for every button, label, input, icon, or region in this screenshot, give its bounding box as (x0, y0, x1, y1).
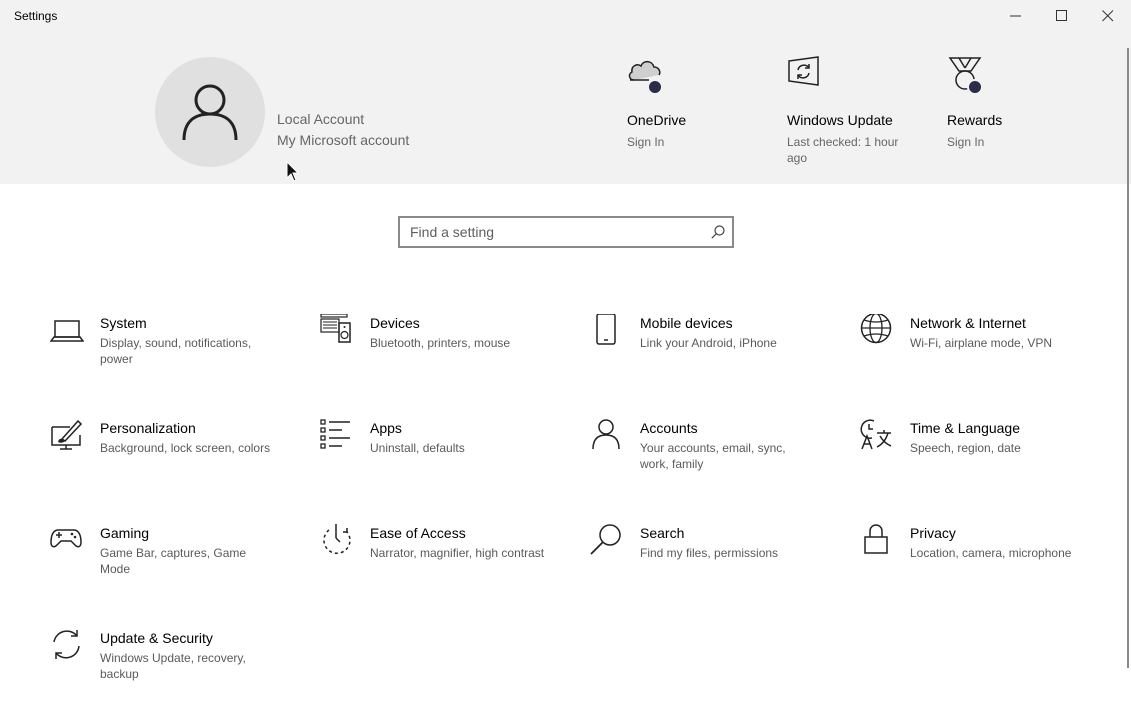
maximize-button[interactable] (1039, 0, 1085, 32)
category-time-language[interactable]: Time & Language Speech, region, date (860, 419, 1110, 499)
category-privacy[interactable]: Privacy Location, camera, microphone (860, 524, 1110, 604)
onedrive-title: OneDrive (627, 112, 687, 128)
windows-update-icon (788, 56, 819, 86)
quick-link-windows-update[interactable]: Windows Update Last checked: 1 hour ago (787, 56, 917, 165)
lock-icon (864, 524, 888, 554)
category-name: Devices (370, 315, 420, 331)
category-desc: Location, camera, microphone (910, 546, 1072, 560)
category-name: Gaming (100, 525, 150, 541)
category-desc: Display, sound, notifications, power (100, 336, 252, 366)
maximize-icon (1056, 10, 1067, 21)
category-desc: Speech, region, date (910, 441, 1021, 455)
minimize-button[interactable] (993, 0, 1039, 32)
phone-icon (596, 314, 616, 345)
rewards-title: Rewards (947, 112, 1003, 128)
category-name: Ease of Access (370, 525, 466, 541)
search-input[interactable]: Find a setting (398, 216, 734, 248)
devices-icon (320, 314, 351, 343)
sync-icon (53, 630, 80, 659)
account-header: Local Account My Microsoft account OneDr… (0, 34, 1131, 184)
category-desc: Find my files, permissions (640, 546, 779, 560)
category-desc: Background, lock screen, colors (100, 441, 271, 455)
category-update-security[interactable]: Update & Security Windows Update, recove… (50, 629, 300, 701)
category-name: Search (640, 525, 685, 541)
time-language-icon (860, 419, 892, 450)
category-ease-of-access[interactable]: Ease of Access Narrator, magnifier, high… (320, 524, 570, 604)
close-button[interactable] (1085, 0, 1131, 32)
category-name: Accounts (640, 420, 698, 436)
gamepad-icon (50, 529, 82, 548)
windows-update-title: Windows Update (787, 112, 893, 128)
category-personalization[interactable]: Personalization Background, lock screen,… (50, 419, 300, 499)
category-network-internet[interactable]: Network & Internet Wi-Fi, airplane mode,… (860, 314, 1110, 394)
windows-update-subtitle: Last checked: 1 hour ago (787, 135, 899, 165)
globe-icon (860, 314, 892, 344)
laptop-icon (50, 320, 84, 342)
category-name: System (100, 315, 147, 331)
avatar[interactable] (155, 57, 265, 167)
category-name: Personalization (100, 420, 196, 436)
person-icon (592, 419, 620, 450)
paint-icon (51, 419, 83, 450)
onedrive-subtitle: Sign In (627, 135, 665, 149)
category-accounts[interactable]: Accounts Your accounts, email, sync, wor… (590, 419, 840, 499)
category-desc: Bluetooth, printers, mouse (370, 336, 511, 350)
ease-of-access-icon (323, 524, 351, 555)
category-desc: Uninstall, defaults (370, 441, 465, 455)
category-apps[interactable]: Apps Uninstall, defaults (320, 419, 570, 499)
category-mobile-devices[interactable]: Mobile devices Link your Android, iPhone (590, 314, 840, 394)
category-name: Update & Security (100, 630, 213, 646)
category-desc: Game Bar, captures, Game Mode (100, 546, 247, 576)
category-gaming[interactable]: Gaming Game Bar, captures, Game Mode (50, 524, 300, 604)
category-name: Network & Internet (910, 315, 1026, 331)
magnifier-icon[interactable] (711, 225, 725, 239)
mouse-cursor-icon (286, 161, 300, 182)
category-desc: Link your Android, iPhone (640, 336, 777, 350)
category-name: Mobile devices (640, 315, 733, 331)
apps-list-icon (320, 419, 350, 449)
window-title: Settings (14, 9, 58, 23)
category-desc: Your accounts, email, sync, work, family (640, 441, 786, 471)
search-icon (590, 524, 621, 555)
quick-link-onedrive[interactable]: OneDrive Sign In (627, 56, 757, 149)
minimize-icon (1010, 15, 1021, 17)
title-bar: Settings (0, 0, 1131, 34)
category-system[interactable]: System Display, sound, notifications, po… (50, 314, 300, 394)
category-name: Privacy (910, 525, 956, 541)
user-avatar-icon (182, 84, 238, 141)
account-name: Local Account (277, 111, 365, 127)
quick-link-rewards[interactable]: Rewards Sign In (947, 56, 1077, 149)
microsoft-account-link[interactable]: My Microsoft account (277, 132, 409, 148)
close-icon (1102, 10, 1114, 22)
category-name: Apps (370, 420, 402, 436)
category-search[interactable]: Search Find my files, permissions (590, 524, 840, 604)
search-placeholder: Find a setting (410, 224, 495, 240)
category-name: Time & Language (910, 420, 1020, 436)
category-desc: Windows Update, recovery, backup (100, 651, 246, 681)
category-desc: Wi-Fi, airplane mode, VPN (910, 336, 1053, 350)
vertical-scrollbar[interactable] (1127, 48, 1129, 668)
rewards-subtitle: Sign In (947, 135, 985, 149)
category-devices[interactable]: Devices Bluetooth, printers, mouse (320, 314, 570, 394)
category-desc: Narrator, magnifier, high contrast (370, 546, 545, 560)
